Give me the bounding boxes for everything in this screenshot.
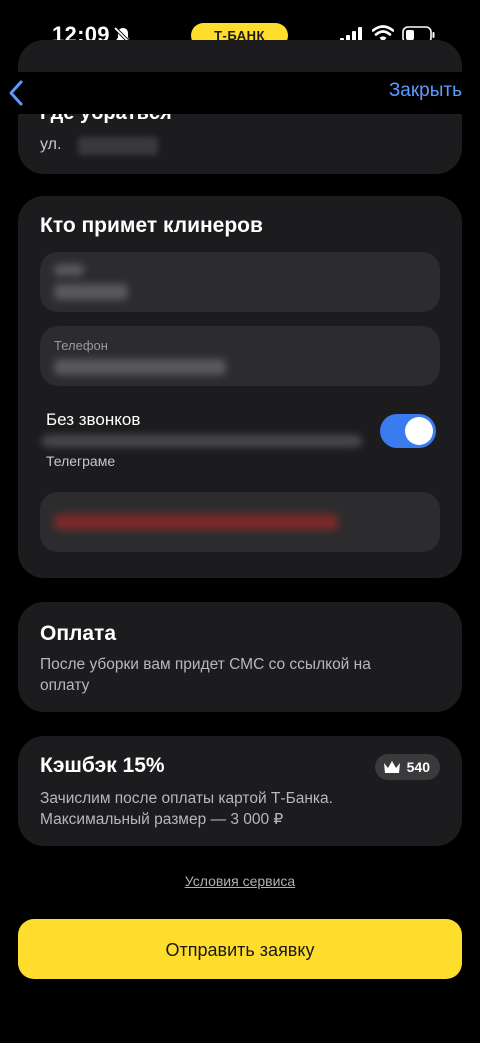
submit-button[interactable]: Отправить заявку [18,919,462,979]
terms-link[interactable]: Условия сервиса [0,873,480,889]
name-field[interactable] [40,252,440,312]
payment-text: После уборки вам придет СМС со ссылкой н… [40,656,371,694]
crown-icon [383,761,400,773]
points-value: 540 [406,759,430,775]
name-label-redacted [54,264,84,276]
receiver-card-title: Кто примет клинеров [40,214,263,237]
phone-label: Телефон [54,338,108,353]
chevron-left-icon[interactable] [6,78,28,108]
close-button[interactable]: Закрыть [389,80,462,102]
toggle-knob [405,417,433,445]
points-badge: 540 [374,754,440,780]
address-redacted [78,137,158,155]
no-calls-label: Без звонков [46,410,141,429]
message-field[interactable] [40,492,440,552]
payment-card: Оплата После уборки вам придет СМС со сс… [18,602,462,712]
phone-field[interactable]: Телефон [40,326,440,386]
nav-bar: Закрыть [0,72,480,114]
no-calls-sub: Телеграме [46,453,116,469]
payment-title: Оплата [40,622,117,645]
address-street-prefix: ул. [40,136,62,153]
cashback-title: Кэшбэк 15% [40,754,165,777]
no-calls-desc-redacted [42,435,362,447]
message-redacted [54,514,338,530]
name-value-redacted [54,284,128,300]
cashback-card: Кэшбэк 15% 540 Зачислим после оплаты кар… [18,736,462,846]
no-calls-toggle[interactable] [380,414,436,448]
phone-value-redacted [54,359,226,375]
receiver-card: Кто примет клинеров Телефон Без звонков … [18,196,462,578]
cashback-text: Зачислим после оплаты картой Т-Банка. Ма… [40,790,333,828]
